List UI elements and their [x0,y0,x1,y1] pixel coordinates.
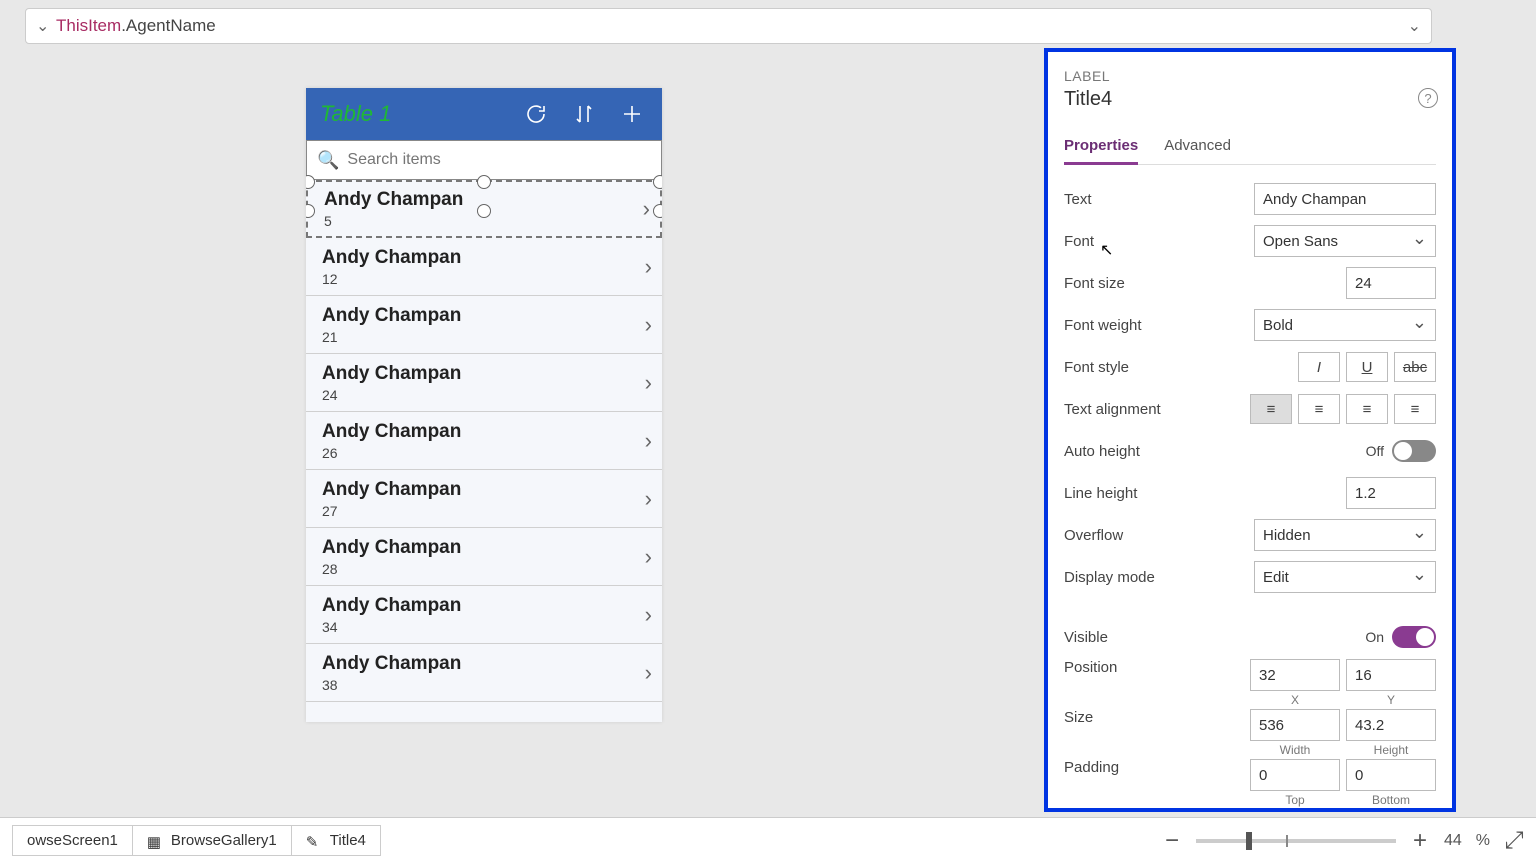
input-pos-x[interactable] [1250,659,1340,691]
label-fontstyle: Font style [1064,359,1298,376]
chevron-right-icon[interactable]: › [645,486,652,512]
chevron-right-icon[interactable]: › [645,428,652,454]
resize-handle[interactable] [653,175,662,189]
resize-handle[interactable] [653,204,662,218]
input-width[interactable] [1250,709,1340,741]
select-displaymode[interactable]: Edit [1254,561,1436,593]
control-name: Title4 [1064,88,1436,111]
zoom-out-button[interactable]: − [1162,827,1182,855]
gallery-row[interactable]: Andy Champan› [306,702,662,722]
refresh-icon[interactable] [520,98,552,130]
label-text: Text [1064,191,1254,208]
chevron-right-icon[interactable]: › [645,254,652,280]
input-pad-top[interactable] [1250,759,1340,791]
breadcrumb-screen[interactable]: owseScreen1 [12,825,133,856]
input-height[interactable] [1346,709,1436,741]
gallery-row-selected[interactable]: Andy Champan 5 › [306,180,662,238]
formula-expand-icon[interactable]: ⌄ [1408,16,1421,36]
formula-dropdown-icon[interactable]: ⌄ [36,16,56,36]
gallery-row[interactable]: Andy Champan34› [306,586,662,644]
zoom-pct: % [1476,832,1490,850]
label-size: Size [1064,709,1248,726]
toggle-visible[interactable] [1392,626,1436,648]
style-underline-button[interactable]: U [1346,352,1388,382]
resize-handle[interactable] [306,175,315,189]
label-padding: Padding [1064,759,1248,776]
select-font[interactable]: Open Sans [1254,225,1436,257]
gallery-row[interactable]: Andy Champan38› [306,644,662,702]
input-pad-bottom[interactable] [1346,759,1436,791]
input-fontsize[interactable] [1346,267,1436,299]
chevron-right-icon[interactable]: › [645,544,652,570]
chevron-right-icon[interactable]: › [645,370,652,396]
resize-handle[interactable] [477,175,491,189]
gallery-row[interactable]: Andy Champan26› [306,412,662,470]
label-autoheight: Auto height [1064,443,1254,460]
sort-icon[interactable] [568,98,600,130]
label-lineheight: Line height [1064,485,1346,502]
resize-handle[interactable] [477,204,491,218]
label-overflow: Overflow [1064,527,1254,544]
zoom-slider[interactable] [1196,839,1396,843]
gallery-row[interactable]: Andy Champan24› [306,354,662,412]
label-fontweight: Font weight [1064,317,1254,334]
input-pos-y[interactable] [1346,659,1436,691]
formula-thisitem: ThisItem [56,16,121,35]
table-title: Table 1 [320,101,504,127]
search-icon: 🔍 [317,150,339,171]
align-justify-button[interactable]: ≡ [1394,394,1436,424]
label-position: Position [1064,659,1248,676]
search-box[interactable]: 🔍 [306,140,662,180]
gallery-row[interactable]: Andy Champan27› [306,470,662,528]
control-type-label: LABEL [1064,68,1436,84]
add-icon[interactable] [616,98,648,130]
breadcrumb-gallery[interactable]: ▦BrowseGallery1 [132,825,292,856]
toggle-autoheight[interactable] [1392,440,1436,462]
style-italic-button[interactable]: I [1298,352,1340,382]
select-fontweight[interactable]: Bold [1254,309,1436,341]
gallery-row[interactable]: Andy Champan21› [306,296,662,354]
align-center-button[interactable]: ≡ [1298,394,1340,424]
row-name[interactable]: Andy Champan [324,189,463,211]
chevron-right-icon[interactable]: › [645,660,652,686]
formula-bar[interactable]: ⌄ ThisItem.AgentName ⌄ [25,8,1432,44]
help-icon[interactable]: ? [1418,88,1438,108]
input-lineheight[interactable] [1346,477,1436,509]
formula-prop: AgentName [126,16,216,35]
input-text[interactable] [1254,183,1436,215]
search-input[interactable] [347,151,651,169]
chevron-right-icon[interactable]: › [645,602,652,628]
chevron-right-icon[interactable]: › [645,718,652,723]
gallery-icon: ▦ [147,833,163,849]
label-displaymode: Display mode [1064,569,1254,586]
zoom-in-button[interactable]: + [1410,827,1430,855]
breadcrumb-title[interactable]: ✎Title4 [291,825,381,856]
chevron-right-icon[interactable]: › [643,196,650,222]
edit-icon: ✎ [306,833,322,849]
chevron-right-icon[interactable]: › [645,312,652,338]
style-strike-button[interactable]: abc [1394,352,1436,382]
panel-tabs: Properties Advanced [1064,129,1436,165]
label-visible: Visible [1064,629,1254,646]
align-right-button[interactable]: ≡ [1346,394,1388,424]
label-textalign: Text alignment [1064,401,1250,418]
gallery-row[interactable]: Andy Champan12› [306,238,662,296]
zoom-value: 44 [1444,832,1462,850]
label-fontsize: Font size [1064,275,1346,292]
select-overflow[interactable]: Hidden [1254,519,1436,551]
align-left-button[interactable]: ≡ [1250,394,1292,424]
label-font: Font [1064,233,1254,250]
tab-properties[interactable]: Properties [1064,129,1138,165]
properties-panel: LABEL Title4 ? Properties Advanced Text … [1044,48,1456,812]
status-bar: owseScreen1 ▦BrowseGallery1 ✎Title4 − + … [0,817,1536,863]
row-sub: 5 [324,213,463,229]
canvas-header: Table 1 [306,88,662,140]
fit-screen-icon[interactable]: ⤢ [1504,827,1524,855]
gallery-row[interactable]: Andy Champan28› [306,528,662,586]
resize-handle[interactable] [306,204,315,218]
tab-advanced[interactable]: Advanced [1164,129,1231,164]
app-canvas: Table 1 🔍 Andy Champan 5 › Andy Champan1… [306,88,662,722]
